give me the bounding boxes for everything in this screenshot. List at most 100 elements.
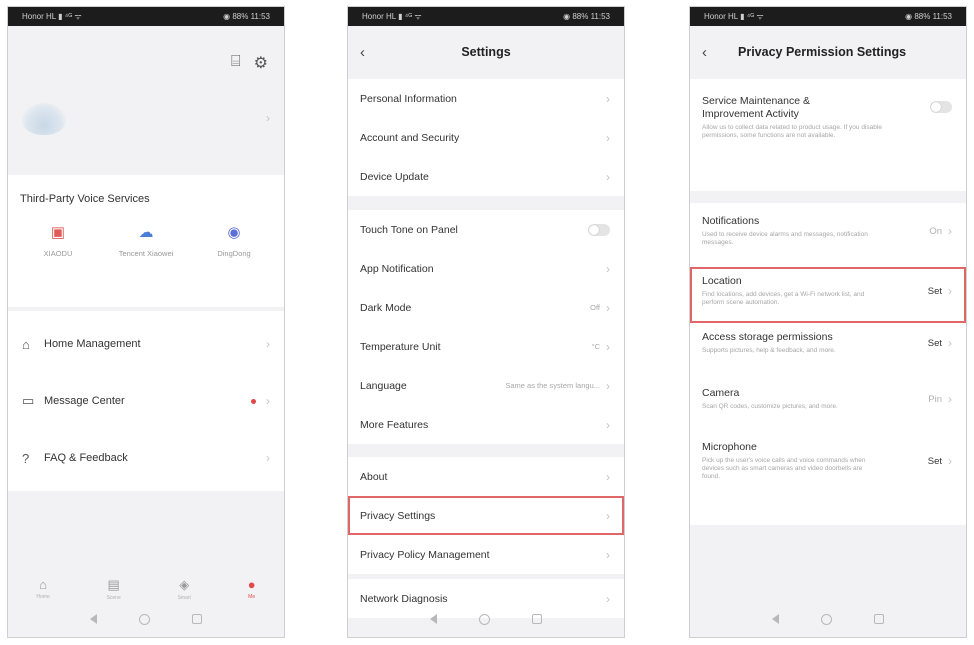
menu-item-faq-feedback[interactable]: ? FAQ & Feedback › bbox=[8, 439, 284, 477]
service-maintenance-toggle[interactable] bbox=[930, 101, 952, 113]
permission-storage[interactable]: Access storage permissions Supports pict… bbox=[690, 323, 966, 379]
permission-status: Pin bbox=[928, 393, 942, 405]
settings-item-language[interactable]: Language Same as the system langu... › bbox=[348, 366, 624, 405]
permission-description: Allow us to collect data related to prod… bbox=[702, 124, 882, 139]
settings-item-privacy-settings[interactable]: Privacy Settings › bbox=[348, 496, 624, 535]
screen-settings: Honor HL ▮ ⁴ᴳ ᯤ ◉ 88% 11:53 ‹ Settings P… bbox=[347, 6, 625, 638]
avatar[interactable] bbox=[22, 103, 66, 135]
settings-item-label: Touch Tone on Panel bbox=[360, 223, 458, 236]
system-nav-bar bbox=[690, 601, 966, 637]
status-time: ◉ 88% 11:53 bbox=[223, 12, 270, 21]
settings-item-label: Temperature Unit bbox=[360, 340, 441, 353]
xiaodu-icon: ▣ bbox=[50, 224, 66, 241]
chevron-right-icon: › bbox=[606, 130, 610, 145]
permission-status: Set bbox=[927, 337, 942, 349]
permission-title: Location bbox=[702, 275, 742, 287]
settings-item-about[interactable]: About › bbox=[348, 457, 624, 496]
permission-title: Service Maintenance & Improvement Activi… bbox=[702, 95, 810, 120]
settings-item-label: About bbox=[360, 470, 388, 483]
menu-item-label: Home Management bbox=[44, 338, 141, 350]
message-icon: ▭ bbox=[22, 393, 35, 408]
permission-microphone[interactable]: Microphone Pick up the user's voice call… bbox=[690, 425, 966, 525]
recent-apps-icon[interactable] bbox=[192, 614, 202, 624]
settings-item-more-features[interactable]: More Features › bbox=[348, 405, 624, 444]
permission-description: Supports pictures, help & feedback, and … bbox=[702, 347, 836, 354]
settings-item-label: Account and Security bbox=[360, 131, 460, 144]
status-time: ◉ 88% 11:53 bbox=[563, 12, 610, 21]
chevron-right-icon: › bbox=[606, 508, 610, 523]
voice-service-dingdong[interactable]: ◉ DingDong bbox=[199, 223, 269, 259]
chevron-right-icon: › bbox=[606, 91, 610, 106]
back-arrow-icon[interactable]: ‹ bbox=[702, 44, 707, 61]
tab-smart[interactable]: ◈ Smart bbox=[178, 577, 191, 601]
settings-item-privacy-policy[interactable]: Privacy Policy Management › bbox=[348, 535, 624, 574]
home-icon: ⌂ bbox=[39, 577, 47, 592]
settings-item-personal-information[interactable]: Personal Information › bbox=[348, 79, 624, 118]
permission-service-maintenance[interactable]: Service Maintenance & Improvement Activi… bbox=[690, 79, 966, 191]
voice-service-xiaodu[interactable]: ▣ XIAODU bbox=[23, 223, 93, 259]
status-carrier: Honor HL ▮ ⁴ᴳ ᯤ bbox=[704, 12, 764, 21]
settings-group-preferences: Touch Tone on Panel App Notification › D… bbox=[348, 210, 624, 444]
system-nav-bar bbox=[8, 601, 284, 637]
back-icon[interactable] bbox=[90, 614, 97, 624]
permission-description: Pick up the user's voice calls and voice… bbox=[702, 457, 866, 480]
status-bar: Honor HL ▮ ⁴ᴳ ᯤ ◉ 88% 11:53 bbox=[8, 7, 284, 26]
settings-item-label: Privacy Policy Management bbox=[360, 548, 490, 561]
settings-item-touch-tone[interactable]: Touch Tone on Panel bbox=[348, 210, 624, 249]
language-value: Same as the system langu... bbox=[505, 381, 600, 390]
tab-me[interactable]: ● Me bbox=[248, 577, 256, 600]
status-carrier: Honor HL ▮ ⁴ᴳ ᯤ bbox=[22, 12, 82, 21]
header: ‹ Privacy Permission Settings bbox=[690, 37, 966, 67]
settings-item-temperature-unit[interactable]: Temperature Unit °C › bbox=[348, 327, 624, 366]
gear-icon[interactable]: ⚙ bbox=[254, 53, 268, 73]
back-icon[interactable] bbox=[772, 614, 779, 624]
permission-title: Notifications bbox=[702, 215, 760, 227]
menu-card: ⌂ Home Management › ▭ Message Center › ?… bbox=[8, 311, 284, 491]
chevron-right-icon: › bbox=[606, 261, 610, 276]
scan-icon[interactable]: ⌸ bbox=[231, 53, 241, 73]
status-time: ◉ 88% 11:53 bbox=[905, 12, 952, 21]
permission-notifications[interactable]: Notifications Used to receive device ala… bbox=[690, 203, 966, 267]
permission-title: Microphone bbox=[702, 441, 757, 453]
settings-item-label: App Notification bbox=[360, 262, 434, 275]
tab-scene[interactable]: ▤ Scene bbox=[107, 577, 121, 601]
voice-service-label: XIAODU bbox=[43, 249, 73, 258]
settings-item-account-security[interactable]: Account and Security › bbox=[348, 118, 624, 157]
menu-item-message-center[interactable]: ▭ Message Center › bbox=[8, 382, 284, 420]
settings-item-dark-mode[interactable]: Dark Mode Off › bbox=[348, 288, 624, 327]
settings-item-label: Personal Information bbox=[360, 92, 457, 105]
profile-card[interactable]: › bbox=[8, 89, 284, 149]
settings-item-label: Dark Mode bbox=[360, 301, 412, 314]
recent-apps-icon[interactable] bbox=[874, 614, 884, 624]
section-title: Third-Party Voice Services bbox=[20, 193, 150, 205]
menu-item-home-management[interactable]: ⌂ Home Management › bbox=[8, 325, 284, 363]
settings-item-device-update[interactable]: Device Update › bbox=[348, 157, 624, 196]
screen-me: Honor HL ▮ ⁴ᴳ ᯤ ◉ 88% 11:53 ⌸ ⚙ › Third-… bbox=[7, 6, 285, 638]
touch-tone-toggle[interactable] bbox=[588, 223, 610, 236]
tab-label: Home bbox=[36, 594, 50, 600]
settings-item-label: Device Update bbox=[360, 170, 429, 183]
voice-service-tencent[interactable]: ☁ Tencent Xiaowei bbox=[111, 223, 181, 259]
voice-service-label: DingDong bbox=[217, 249, 251, 258]
home-circle-icon[interactable] bbox=[139, 613, 150, 625]
settings-item-app-notification[interactable]: App Notification › bbox=[348, 249, 624, 288]
dark-mode-value: Off bbox=[590, 303, 600, 312]
tab-home[interactable]: ⌂ Home bbox=[36, 577, 49, 600]
permission-title: Camera bbox=[702, 387, 740, 399]
home-circle-icon[interactable] bbox=[821, 613, 832, 625]
voice-services-card: Third-Party Voice Services ▣ XIAODU ☁ Te… bbox=[8, 175, 284, 307]
back-arrow-icon[interactable]: ‹ bbox=[360, 44, 365, 61]
chevron-right-icon: › bbox=[266, 111, 270, 125]
recent-apps-icon[interactable] bbox=[532, 614, 542, 624]
permission-location[interactable]: Location Find locations, add devices, ge… bbox=[690, 267, 966, 323]
smart-icon: ◈ bbox=[179, 577, 190, 592]
permission-status: Set bbox=[927, 285, 942, 297]
chevron-right-icon: › bbox=[948, 454, 952, 468]
permission-camera[interactable]: Camera Scan QR codes, customize pictures… bbox=[690, 379, 966, 425]
chevron-right-icon: › bbox=[266, 451, 270, 465]
chevron-right-icon: › bbox=[948, 224, 952, 238]
header: ‹ Settings bbox=[348, 37, 624, 67]
home-circle-icon[interactable] bbox=[479, 613, 490, 625]
back-icon[interactable] bbox=[430, 614, 437, 624]
chevron-right-icon: › bbox=[948, 392, 952, 406]
